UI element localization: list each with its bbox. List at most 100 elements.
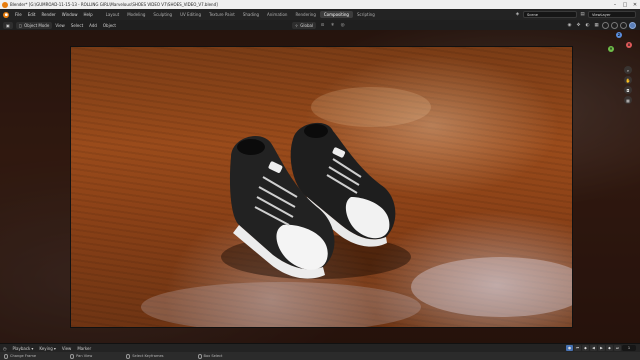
- status-right1-label: Select Keyframes: [132, 354, 164, 358]
- scene-controls: ◈ Scene ▤ ViewLayer: [514, 11, 636, 18]
- proportional-edit-icon[interactable]: ◎: [339, 22, 346, 29]
- current-frame-field[interactable]: 1: [622, 345, 636, 351]
- jump-start-icon[interactable]: ⏮: [574, 345, 581, 351]
- prev-key-icon[interactable]: ◆: [582, 345, 589, 351]
- status-middle-label: Pan View: [76, 354, 93, 358]
- view-layer-name: ViewLayer: [592, 12, 611, 17]
- keying-menu[interactable]: Keying ▾: [36, 346, 58, 351]
- view-layer-icon[interactable]: ▤: [579, 11, 586, 18]
- scene-name: Scene: [527, 12, 538, 17]
- menu-render[interactable]: Render: [38, 12, 58, 17]
- x-axis-icon[interactable]: X: [626, 42, 632, 48]
- select-menu-label: Select: [70, 22, 84, 28]
- menu-edit[interactable]: Edit: [25, 12, 39, 17]
- marker-menu[interactable]: Marker: [74, 346, 94, 351]
- menu-help[interactable]: Help: [80, 12, 95, 17]
- blender-app-icon: [2, 1, 8, 8]
- object-menu-label: Object: [102, 22, 116, 28]
- right-mouse-icon: [126, 353, 131, 359]
- y-axis-icon[interactable]: Y: [608, 46, 614, 52]
- status-box-select: Box Select: [197, 353, 223, 359]
- timeline-view-menu[interactable]: View: [59, 346, 75, 351]
- camera-view-icon[interactable]: ◘: [624, 86, 632, 94]
- rendered-shading-icon[interactable]: [629, 21, 636, 29]
- keying-label: Keying: [39, 345, 53, 351]
- timeline-editor-icon[interactable]: ◷: [0, 346, 10, 351]
- tab-animation[interactable]: Animation: [263, 11, 291, 18]
- overlay-icon[interactable]: ◐: [584, 22, 591, 29]
- status-change-frame: Change Frame: [4, 353, 36, 359]
- tab-scripting[interactable]: Scripting: [353, 11, 379, 18]
- visibility-icon[interactable]: ◉: [566, 22, 573, 29]
- orientation-dropdown[interactable]: ⊹ Global: [291, 21, 317, 29]
- navigation-gizmo[interactable]: Z X Y: [604, 32, 634, 62]
- pan-hand-icon[interactable]: ✋: [624, 76, 632, 84]
- workspace-tabs: Layout Modeling Sculpting UV Editing Tex…: [102, 11, 379, 18]
- add-menu[interactable]: Add: [86, 23, 100, 28]
- os-title-bar: Blender* [G:\GUMROAD-11-15-13 - ROLLING …: [0, 0, 640, 9]
- editor-type-button[interactable]: ▣: [3, 21, 13, 29]
- drag-mouse-icon: [197, 353, 202, 359]
- solid-shading-icon[interactable]: [611, 21, 618, 29]
- perspective-toggle-icon[interactable]: ▦: [624, 96, 632, 104]
- play-icon[interactable]: ▶: [598, 345, 605, 351]
- status-pan-view: Pan View: [70, 353, 93, 359]
- xray-icon[interactable]: ▦: [593, 22, 600, 29]
- view-layer-field[interactable]: ViewLayer: [588, 11, 636, 18]
- object-mode-icon: ◻: [18, 22, 23, 28]
- view-menu[interactable]: View: [52, 23, 68, 28]
- tab-shading[interactable]: Shading: [239, 11, 263, 18]
- material-shading-icon[interactable]: [620, 21, 627, 29]
- gizmo-toggle-icon[interactable]: ✥: [575, 22, 582, 29]
- jump-end-icon[interactable]: ⏭: [614, 345, 621, 351]
- orientation-icon: ⊹: [294, 22, 299, 28]
- left-mouse-icon: [4, 353, 8, 359]
- middle-mouse-icon: [70, 353, 75, 359]
- wireframe-shading-icon[interactable]: [602, 21, 609, 29]
- close-icon[interactable]: ✕: [630, 0, 640, 9]
- tab-sculpting[interactable]: Sculpting: [149, 11, 176, 18]
- tab-compositing[interactable]: Compositing: [319, 11, 353, 18]
- orientation-label: Global: [300, 22, 314, 28]
- tab-rendering[interactable]: Rendering: [291, 11, 319, 18]
- mode-label: Object Mode: [24, 22, 50, 28]
- rendered-shoes-image: [141, 87, 572, 327]
- top-bar: File Edit Render Window Help Layout Mode…: [0, 9, 640, 20]
- object-menu[interactable]: Object: [100, 23, 119, 28]
- next-key-icon[interactable]: ◆: [606, 345, 613, 351]
- camera-frame: [70, 46, 573, 328]
- tab-texture-paint[interactable]: Texture Paint: [205, 11, 239, 18]
- add-menu-label: Add: [89, 22, 97, 28]
- 3d-viewport[interactable]: Z X Y ⌕ ✋ ◘ ▦: [0, 30, 640, 343]
- playback-label: Playback: [12, 345, 31, 351]
- marker-label: Marker: [77, 345, 92, 351]
- view-menu-label: View: [55, 22, 65, 28]
- pivot-icon[interactable]: ⊙: [319, 22, 326, 29]
- snap-icon[interactable]: ⌾: [329, 22, 336, 29]
- tab-uv-editing[interactable]: UV Editing: [176, 11, 205, 18]
- viewport-shading-tools: ◉ ✥ ◐ ▦: [566, 21, 636, 29]
- menu-file[interactable]: File: [12, 12, 25, 17]
- mode-selector[interactable]: ◻ Object Mode: [15, 21, 53, 29]
- menu-window[interactable]: Window: [59, 12, 81, 17]
- timeline-view-label: View: [61, 345, 72, 351]
- tab-layout[interactable]: Layout: [102, 11, 124, 18]
- scene-icon[interactable]: ◈: [514, 11, 521, 18]
- play-reverse-icon[interactable]: ◀: [590, 345, 597, 351]
- main-menu: File Edit Render Window Help: [12, 12, 96, 17]
- minimize-icon[interactable]: –: [610, 0, 620, 9]
- viewport-header: ▣ ◻ Object Mode View Select Add Object ⊹…: [0, 20, 640, 30]
- status-bar: Change Frame Pan View Select Keyframes B…: [0, 352, 640, 360]
- transform-tools: ⊹ Global ⊙ ⌾ ◎: [289, 21, 346, 29]
- zoom-icon[interactable]: ⌕: [624, 66, 632, 74]
- status-right2-label: Box Select: [203, 354, 223, 358]
- record-icon[interactable]: ●: [566, 345, 573, 351]
- playback-controls: ● ⏮ ◆ ◀ ▶ ◆ ⏭ 1: [566, 345, 636, 351]
- select-menu[interactable]: Select: [68, 23, 86, 28]
- playback-menu[interactable]: Playback ▾: [10, 346, 37, 351]
- z-axis-icon[interactable]: Z: [616, 32, 622, 38]
- scene-field[interactable]: Scene: [523, 11, 577, 18]
- tab-modeling[interactable]: Modeling: [123, 11, 149, 18]
- blender-logo-icon[interactable]: [3, 11, 9, 18]
- maximize-icon[interactable]: □: [620, 0, 630, 9]
